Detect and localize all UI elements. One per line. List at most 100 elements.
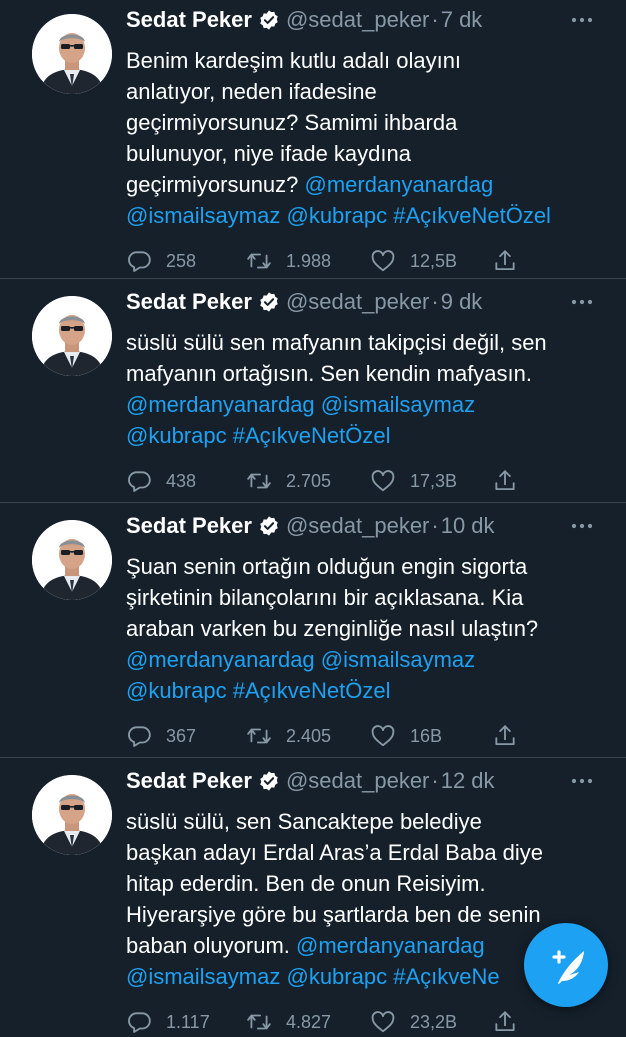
mention-link[interactable]: @merdanyanardag: [305, 172, 494, 197]
tweet-text-segment: geçirmiyorsunuz? Samimi ihbarda: [126, 110, 458, 135]
tweet-text-line: şirketinin bilançolarını bir açıklasana.…: [126, 582, 616, 613]
separator-dot: ·: [431, 513, 439, 538]
mention-link[interactable]: @kubrapc: [126, 423, 227, 448]
reply-count: 258: [166, 250, 197, 271]
author-name[interactable]: Sedat Peker: [126, 768, 252, 794]
tweet-header: Sedat Peker @sedat_peker · 12 dk: [126, 767, 495, 795]
tweet-text-segment: başkan adayı Erdal Aras’a Erdal Baba diy…: [126, 840, 544, 865]
like-icon: [370, 468, 410, 494]
more-options-icon[interactable]: [569, 768, 595, 794]
tweet-divider: [0, 502, 626, 503]
tweet-timestamp[interactable]: 10 dk: [441, 513, 495, 539]
more-options-icon[interactable]: [569, 513, 595, 539]
compose-tweet-button[interactable]: [524, 923, 608, 1007]
tweet-actions: 258 1.988 12,5B: [126, 246, 596, 276]
retweet-button[interactable]: 4.827: [246, 1007, 331, 1037]
avatar[interactable]: [32, 775, 112, 855]
share-button[interactable]: [492, 246, 532, 276]
tweet-header: Sedat Peker @sedat_peker · 7 dk: [126, 6, 482, 34]
author-handle[interactable]: @sedat_peker: [286, 289, 429, 315]
retweet-button[interactable]: 2.705: [246, 466, 331, 496]
reply-button[interactable]: 438: [126, 466, 196, 496]
tweet-text: Benim kardeşim kutlu adalı olayını anlatı…: [126, 45, 616, 231]
verified-badge-icon: [258, 515, 280, 537]
retweet-button[interactable]: 1.988: [246, 246, 331, 276]
tweet-timestamp[interactable]: 7 dk: [441, 7, 483, 33]
avatar[interactable]: [32, 296, 112, 376]
verified-badge-icon: [258, 9, 280, 31]
share-icon: [492, 468, 532, 494]
avatar[interactable]: [32, 520, 112, 600]
verified-badge-icon: [258, 291, 280, 313]
reply-button[interactable]: 258: [126, 246, 196, 276]
more-options-icon[interactable]: [569, 289, 595, 315]
share-button[interactable]: [492, 721, 532, 751]
reply-count: 438: [166, 470, 197, 491]
verified-badge-icon: [258, 770, 280, 792]
like-icon: [370, 248, 410, 274]
tweet-text-line: bulunuyor, niye ifade kaydına: [126, 138, 616, 169]
like-count: 17,3B: [410, 470, 458, 491]
mention-link[interactable]: @ismailsaymaz: [321, 647, 475, 672]
more-options-icon[interactable]: [569, 7, 595, 33]
reply-button[interactable]: 367: [126, 721, 196, 751]
reply-button[interactable]: 1.117: [126, 1007, 210, 1037]
mention-link[interactable]: @kubrapc: [286, 964, 387, 989]
tweet-divider: [0, 278, 626, 279]
hashtag-link[interactable]: #AçıkveNe: [393, 964, 499, 989]
tweet-text-segment: Benim kardeşim kutlu adalı olayını: [126, 48, 462, 73]
author-name[interactable]: Sedat Peker: [126, 513, 252, 539]
tweet-text-line: @merdanyanardag @ismailsaymaz: [126, 644, 616, 675]
tweet-text-segment: hitap ederdin. Ben de onun Reisiyim.: [126, 871, 486, 896]
tweet-text-segment: süslü sülü sen mafyanın takipçisi değil,…: [126, 330, 547, 355]
tweet-text-line: Benim kardeşim kutlu adalı olayını: [126, 45, 616, 76]
retweet-icon: [246, 723, 286, 749]
like-button[interactable]: 17,3B: [370, 466, 457, 496]
like-icon: [370, 1009, 410, 1035]
tweet-text-segment: mafyanın ortağısın. Sen kendin mafyasın.: [126, 361, 533, 386]
separator-dot: ·: [431, 7, 439, 32]
mention-link[interactable]: @ismailsaymaz: [321, 392, 475, 417]
retweet-button[interactable]: 2.405: [246, 721, 331, 751]
tweet-actions: 1.117 4.827 23,2B: [126, 1007, 596, 1037]
retweet-count: 2.405: [286, 725, 332, 746]
tweet-divider: [0, 757, 626, 758]
mention-link[interactable]: @ismailsaymaz: [126, 964, 280, 989]
tweet-timestamp[interactable]: 12 dk: [441, 768, 495, 794]
mention-link[interactable]: @kubrapc: [126, 678, 227, 703]
tweet-text-line: @kubrapc #AçıkveNetÖzel: [126, 675, 616, 706]
author-name[interactable]: Sedat Peker: [126, 289, 252, 315]
like-button[interactable]: 16B: [370, 721, 442, 751]
mention-link[interactable]: @kubrapc: [286, 203, 387, 228]
mention-link[interactable]: @ismailsaymaz: [126, 203, 280, 228]
author-handle[interactable]: @sedat_peker: [286, 768, 429, 794]
tweet-text: süslü sülü sen mafyanın takipçisi değil,…: [126, 327, 616, 451]
mention-link[interactable]: @merdanyanardag: [296, 933, 485, 958]
tweet-text-line: başkan adayı Erdal Aras’a Erdal Baba diy…: [126, 837, 616, 868]
like-count: 16B: [410, 725, 443, 746]
retweet-icon: [246, 1009, 286, 1035]
tweet-text-line: geçirmiyorsunuz? Samimi ihbarda: [126, 107, 616, 138]
mention-link[interactable]: @merdanyanardag: [126, 647, 315, 672]
tweet-text-line: süslü sülü sen mafyanın takipçisi değil,…: [126, 327, 616, 358]
tweet-timestamp[interactable]: 9 dk: [441, 289, 483, 315]
retweet-count: 4.827: [286, 1011, 332, 1032]
like-button[interactable]: 12,5B: [370, 246, 457, 276]
author-handle[interactable]: @sedat_peker: [286, 7, 429, 33]
hashtag-link[interactable]: #AçıkveNetÖzel: [233, 678, 391, 703]
hashtag-link[interactable]: #AçıkveNetÖzel: [393, 203, 551, 228]
like-button[interactable]: 23,2B: [370, 1007, 457, 1037]
author-handle[interactable]: @sedat_peker: [286, 513, 429, 539]
share-button[interactable]: [492, 1007, 532, 1037]
tweet-text-segment: araban varken bu zenginliğe nasıl ulaştı…: [126, 616, 539, 641]
retweet-count: 2.705: [286, 470, 332, 491]
like-icon: [370, 723, 410, 749]
tweet-header: Sedat Peker @sedat_peker · 10 dk: [126, 512, 495, 540]
reply-icon: [126, 1009, 166, 1035]
avatar[interactable]: [32, 14, 112, 94]
mention-link[interactable]: @merdanyanardag: [126, 392, 315, 417]
tweet-text-line: araban varken bu zenginliğe nasıl ulaştı…: [126, 613, 616, 644]
author-name[interactable]: Sedat Peker: [126, 7, 252, 33]
share-button[interactable]: [492, 466, 532, 496]
hashtag-link[interactable]: #AçıkveNetÖzel: [233, 423, 391, 448]
